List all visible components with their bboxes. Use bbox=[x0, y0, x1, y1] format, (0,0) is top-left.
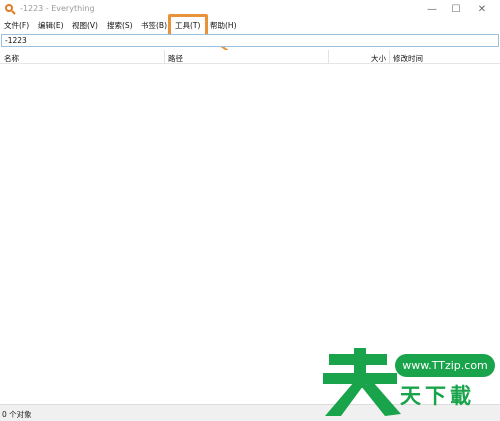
column-name[interactable]: 名称 bbox=[4, 53, 19, 64]
watermark-subtitle: 天下載 bbox=[400, 384, 475, 408]
column-divider[interactable] bbox=[389, 50, 390, 64]
column-header: 名称 路径 大小 修改时间 bbox=[0, 50, 500, 64]
window-title: -1223 - Everything bbox=[20, 4, 95, 13]
maximize-icon: ☐ bbox=[451, 3, 461, 15]
column-divider[interactable] bbox=[328, 50, 329, 64]
minimize-button[interactable]: — bbox=[420, 0, 444, 18]
close-button[interactable]: ✕ bbox=[470, 0, 494, 18]
column-path[interactable]: 路径 bbox=[168, 53, 183, 64]
title-bar: -1223 - Everything — ☐ ✕ bbox=[0, 0, 500, 18]
column-size[interactable]: 大小 bbox=[371, 53, 386, 64]
watermark-logo: 天 bbox=[323, 348, 401, 416]
menu-search[interactable]: 搜索(S) bbox=[107, 20, 133, 31]
watermark-url: www.TTzip.com bbox=[395, 354, 495, 377]
menu-view[interactable]: 视图(V) bbox=[72, 20, 98, 31]
maximize-button[interactable]: ☐ bbox=[444, 0, 468, 18]
menu-bookmarks[interactable]: 书签(B) bbox=[141, 20, 167, 31]
search-input-value: -1223 bbox=[5, 36, 27, 45]
column-modified[interactable]: 修改时间 bbox=[393, 53, 423, 64]
close-icon: ✕ bbox=[477, 3, 487, 15]
results-list[interactable] bbox=[0, 64, 500, 404]
column-divider[interactable] bbox=[164, 50, 165, 64]
everything-app-icon[interactable] bbox=[4, 3, 16, 15]
status-text: 0 个对象 bbox=[2, 410, 32, 419]
minimize-icon: — bbox=[427, 3, 437, 15]
menu-file[interactable]: 文件(F) bbox=[4, 20, 29, 31]
search-input[interactable]: -1223 bbox=[1, 34, 499, 47]
menu-edit[interactable]: 编辑(E) bbox=[38, 20, 64, 31]
